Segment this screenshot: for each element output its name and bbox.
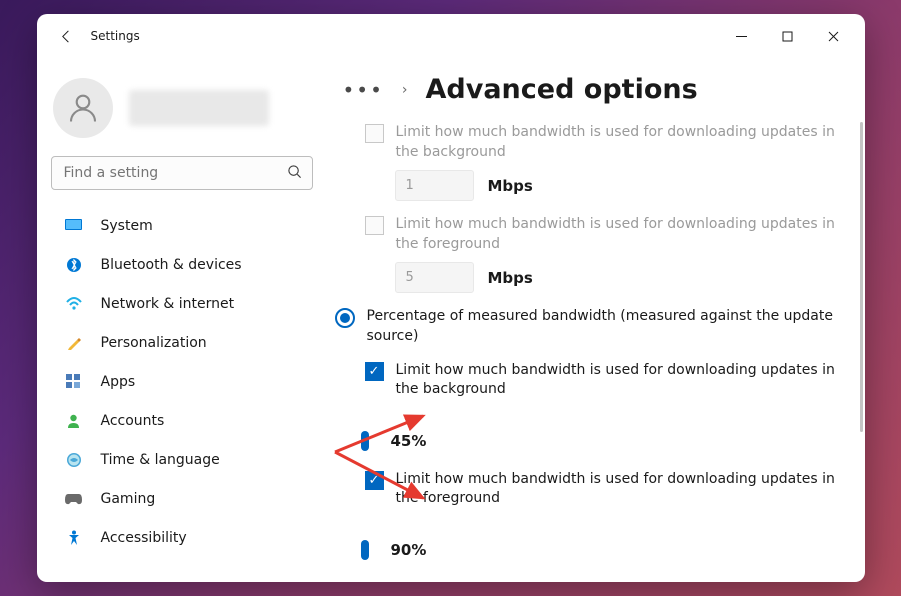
nav-apps[interactable]: Apps [51,362,319,401]
username-redacted [129,90,269,126]
nav-label: Network & internet [101,296,235,312]
nav-network[interactable]: Network & internet [51,284,319,323]
page-title: Advanced options [426,74,698,105]
input-fg-mbps [395,262,474,293]
option-label: Limit how much bandwidth is used for dow… [396,470,853,509]
gaming-icon [65,490,83,508]
nav-label: Time & language [101,452,220,468]
nav-list: System Bluetooth & devices Network & int… [51,206,319,557]
sidebar: System Bluetooth & devices Network & int… [37,58,327,582]
nav-label: Gaming [101,491,156,507]
accounts-icon [65,412,83,430]
nav-label: Apps [101,374,136,390]
app-title: Settings [91,29,140,43]
network-icon [65,295,83,313]
radio-percentage[interactable] [335,308,355,328]
nav-time[interactable]: Time & language [51,440,319,479]
nav-bluetooth[interactable]: Bluetooth & devices [51,245,319,284]
nav-label: Accessibility [101,530,187,546]
chevron-right-icon: › [402,82,408,98]
option-label: Limit how much bandwidth is used for dow… [396,215,853,254]
input-row-fg-absolute: Mbps [395,262,853,293]
option-percentage-mode[interactable]: Percentage of measured bandwidth (measur… [335,307,853,346]
scrollbar[interactable] [860,122,863,432]
back-button[interactable] [57,26,77,46]
checkbox-fg-percent[interactable] [365,471,384,490]
user-profile[interactable] [51,70,319,156]
option-limit-fg-absolute: Limit how much bandwidth is used for dow… [365,215,853,254]
option-limit-bg-percent: Limit how much bandwidth is used for dow… [365,361,853,400]
checkbox-bg-percent[interactable] [365,362,384,381]
close-button[interactable] [811,21,857,51]
content-area: ••• › Advanced options Limit how much ba… [327,58,865,582]
bluetooth-icon [65,256,83,274]
nav-label: Accounts [101,413,165,429]
time-icon [65,451,83,469]
system-icon [65,217,83,235]
maximize-button[interactable] [765,21,811,51]
unit-label: Mbps [488,177,533,195]
slider-row-bg: 45% [365,412,396,450]
accessibility-icon [65,529,83,547]
nav-personalization[interactable]: Personalization [51,323,319,362]
option-label: Limit how much bandwidth is used for dow… [396,123,853,162]
search-input[interactable] [64,165,287,181]
search-icon [287,164,302,183]
nav-accounts[interactable]: Accounts [51,401,319,440]
input-row-bg-absolute: Mbps [395,170,853,201]
option-limit-fg-percent: Limit how much bandwidth is used for dow… [365,470,853,509]
search-box[interactable] [51,156,313,190]
slider-value-bg: 45% [391,432,431,450]
avatar [53,78,113,138]
slider-value-fg: 90% [391,541,431,559]
nav-label: System [101,218,153,234]
settings-window: Settings [37,14,865,582]
option-label: Percentage of measured bandwidth (measur… [367,307,853,346]
option-label: Limit how much bandwidth is used for dow… [396,361,853,400]
breadcrumb-more-icon[interactable]: ••• [343,80,384,100]
nav-accessibility[interactable]: Accessibility [51,518,319,557]
apps-icon [65,373,83,391]
input-bg-mbps [395,170,474,201]
option-limit-bg-absolute: Limit how much bandwidth is used for dow… [365,123,853,162]
unit-label: Mbps [488,269,533,287]
checkbox-bg-absolute[interactable] [365,124,384,143]
checkbox-fg-absolute[interactable] [365,216,384,235]
slider-row-fg: 90% [365,521,396,559]
nav-system[interactable]: System [51,206,319,245]
minimize-button[interactable] [719,21,765,51]
nav-gaming[interactable]: Gaming [51,479,319,518]
nav-label: Bluetooth & devices [101,257,242,273]
nav-label: Personalization [101,335,207,351]
personalization-icon [65,334,83,352]
breadcrumb: ••• › Advanced options [335,74,865,105]
titlebar: Settings [37,14,865,58]
